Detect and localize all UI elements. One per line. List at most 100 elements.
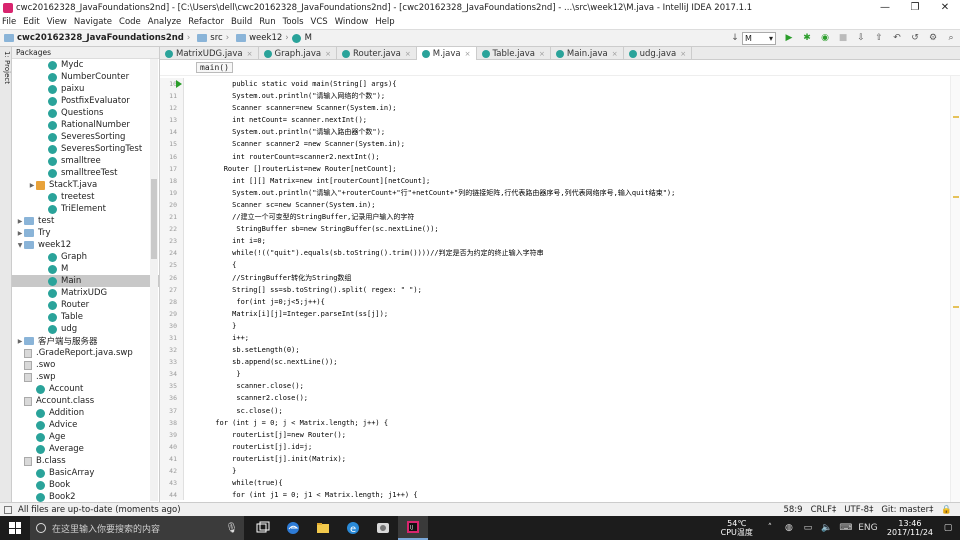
run-gutter-icon[interactable] — [176, 80, 182, 88]
menu-view[interactable]: View — [47, 17, 67, 27]
code-line[interactable]: int routerCount=scanner2.nextInt(); — [190, 151, 950, 163]
code-line[interactable]: routerList[j]=new Router(); — [190, 429, 950, 441]
tree-item[interactable]: Book — [12, 479, 159, 491]
tree-item[interactable]: smalltree — [12, 155, 159, 167]
tree-item[interactable]: Account.class — [12, 395, 159, 407]
tree-item[interactable]: .swp — [12, 371, 159, 383]
expand-arrow-icon[interactable]: ▼ — [16, 242, 24, 249]
tree-item[interactable]: Main — [12, 275, 159, 287]
tree-item[interactable]: ▶ Try — [12, 227, 159, 239]
code-line[interactable]: } — [190, 320, 950, 332]
breadcrumb-project[interactable]: cwc20162328_JavaFoundations2nd — [17, 33, 184, 43]
language-indicator[interactable]: ENG — [858, 523, 878, 533]
taskbar-app-edge[interactable] — [278, 516, 308, 540]
menu-navigate[interactable]: Navigate — [74, 17, 112, 27]
expand-arrow-icon[interactable]: ▶ — [16, 218, 24, 225]
close-button[interactable]: ✕ — [930, 2, 960, 13]
code-area[interactable]: public static void main(String[] args){ … — [190, 78, 950, 500]
close-tab-icon[interactable]: × — [465, 50, 471, 58]
code-line[interactable]: String[] ss=sb.toString().split( regex: … — [190, 284, 950, 296]
expand-arrow-icon[interactable]: ▶ — [16, 230, 24, 237]
tree-item[interactable]: treetest — [12, 191, 159, 203]
tree-item[interactable]: Table — [12, 311, 159, 323]
code-line[interactable]: System.out.println("请输入"+routerCount+"行"… — [190, 187, 950, 199]
editor-tab[interactable]: Graph.java × — [259, 47, 337, 60]
ime-icon[interactable]: ⌨ — [839, 523, 853, 533]
code-line[interactable]: int [][] Matrix=new int[routerCount][net… — [190, 175, 950, 187]
tree-item[interactable]: NumberCounter — [12, 71, 159, 83]
editor-tab[interactable]: Main.java × — [551, 47, 624, 60]
search-icon[interactable]: ⌕ — [944, 31, 958, 45]
warning-mark[interactable] — [953, 116, 959, 118]
tree-item[interactable]: MatrixUDG — [12, 287, 159, 299]
tree-item[interactable]: Advice — [12, 419, 159, 431]
network-icon[interactable]: ▭ — [801, 523, 815, 533]
close-tab-icon[interactable]: × — [680, 50, 686, 58]
run-icon[interactable]: ▶ — [782, 31, 796, 45]
tree-item[interactable]: M — [12, 263, 159, 275]
breadcrumb-file[interactable]: M — [305, 33, 312, 43]
notification-icon[interactable]: ▢ — [941, 523, 955, 533]
tree-item[interactable]: SeveresSortingTest — [12, 143, 159, 155]
cpu-temperature[interactable]: 54℃ CPU温度 — [721, 519, 753, 537]
tree-item[interactable]: Account — [12, 383, 159, 395]
tree-item[interactable]: Book2 — [12, 491, 159, 502]
code-line[interactable]: Scanner scanner2 =new Scanner(System.in)… — [190, 138, 950, 150]
tree-item[interactable]: Router — [12, 299, 159, 311]
menu-vcs[interactable]: VCS — [311, 17, 328, 27]
menu-tools[interactable]: Tools — [283, 17, 304, 27]
git-branch[interactable]: Git: master‡ — [881, 505, 933, 515]
editor-tab[interactable]: Table.java × — [477, 47, 551, 60]
taskbar-app-chat[interactable] — [368, 516, 398, 540]
stop-icon[interactable]: ■ — [836, 31, 850, 45]
tree-item[interactable]: Average — [12, 443, 159, 455]
code-line[interactable]: public static void main(String[] args){ — [190, 78, 950, 90]
close-tab-icon[interactable]: × — [247, 50, 253, 58]
code-line[interactable]: } — [190, 368, 950, 380]
history-icon[interactable]: ↶ — [890, 31, 904, 45]
chevron-up-icon[interactable]: ˄ — [763, 523, 777, 533]
tree-item[interactable]: PostfixEvaluator — [12, 95, 159, 107]
minimize-button[interactable]: — — [870, 2, 900, 13]
tree-item[interactable]: ▼ week12 — [12, 239, 159, 251]
menu-refactor[interactable]: Refactor — [188, 17, 224, 27]
vcs-update-icon[interactable]: ⇩ — [854, 31, 868, 45]
code-line[interactable]: int i=0; — [190, 235, 950, 247]
tree-item[interactable]: Graph — [12, 251, 159, 263]
clock[interactable]: 13:46 2017/11/24 — [887, 519, 933, 537]
tree-item[interactable]: TriElement — [12, 203, 159, 215]
editor-tab[interactable]: Router.java × — [337, 47, 417, 60]
volume-icon[interactable]: 🔈 — [820, 523, 834, 533]
settings-icon[interactable]: ⚙ — [926, 31, 940, 45]
arrow-down-icon[interactable]: ↓ — [728, 31, 742, 45]
close-tab-icon[interactable]: × — [405, 50, 411, 58]
taskbar-search[interactable]: 在这里输入你要搜索的内容 🎙 — [30, 516, 244, 540]
editor-tab[interactable]: M.java × — [416, 47, 477, 60]
breadcrumb-src[interactable]: src — [210, 33, 222, 43]
tree-item[interactable]: Age — [12, 431, 159, 443]
close-tab-icon[interactable]: × — [325, 50, 331, 58]
tree-item[interactable]: .swo — [12, 359, 159, 371]
tree-item[interactable]: .GradeReport.java.swp — [12, 347, 159, 359]
code-line[interactable]: while(true){ — [190, 477, 950, 489]
taskbar-app-ie[interactable]: e — [338, 516, 368, 540]
code-line[interactable]: scanner2.close(); — [190, 392, 950, 404]
code-line[interactable]: while(!(("quit").equals(sb.toString().tr… — [190, 247, 950, 259]
microphone-icon[interactable]: 🎙 — [225, 523, 238, 534]
tree-item[interactable]: BasicArray — [12, 467, 159, 479]
code-line[interactable]: Scanner scanner=new Scanner(System.in); — [190, 102, 950, 114]
close-tab-icon[interactable]: × — [612, 50, 618, 58]
taskbar-app-explorer[interactable] — [308, 516, 338, 540]
code-line[interactable]: { — [190, 259, 950, 271]
tree-item[interactable]: Mydc — [12, 59, 159, 71]
code-line[interactable]: sb.append(sc.nextLine()); — [190, 356, 950, 368]
code-line[interactable]: //建立一个可变型的StringBuffer,记录用户输入的字符 — [190, 211, 950, 223]
taskbar-app-intellij[interactable]: IJ — [398, 516, 428, 540]
start-button[interactable] — [0, 516, 30, 540]
code-line[interactable]: routerList[j].id=j; — [190, 441, 950, 453]
editor-scrollbar[interactable] — [950, 76, 960, 502]
tree-scrollbar[interactable] — [150, 59, 158, 501]
code-line[interactable]: //StringBuffer转化为String数组 — [190, 272, 950, 284]
code-line[interactable]: sb.setLength(0); — [190, 344, 950, 356]
tree-item[interactable]: Addition — [12, 407, 159, 419]
